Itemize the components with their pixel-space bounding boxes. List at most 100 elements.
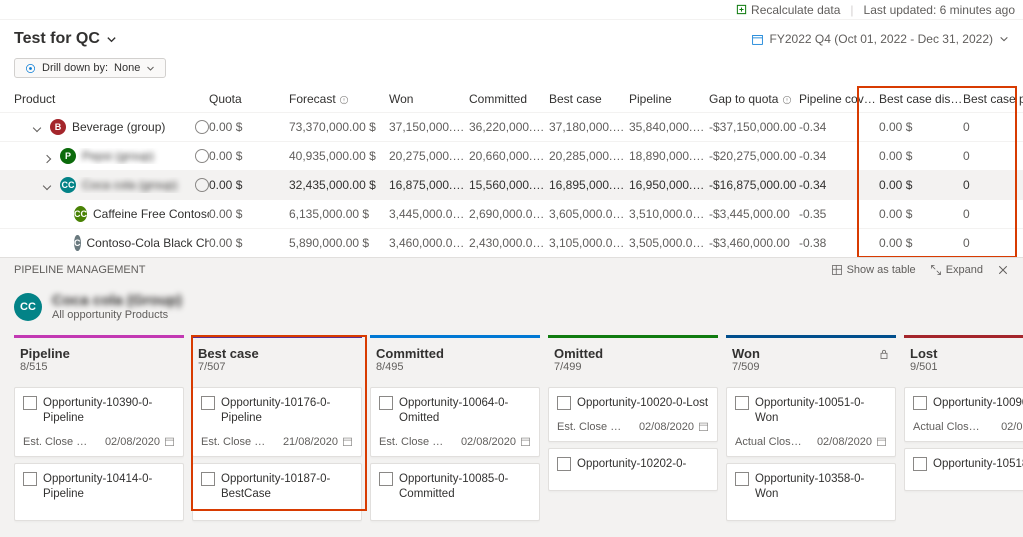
kanban-card[interactable]: Opportunity-10358-0-Won [726,463,896,521]
kanban-card[interactable]: Opportunity-10051-0-WonActual Close...02… [726,387,896,457]
card-date: 02/08/202 [1001,421,1023,433]
card-meta-label: Est. Close Da... [379,436,449,448]
cell-value: 3,105,000.00 $ [549,236,629,250]
context-name: Coca cola (Group) [52,292,182,309]
col-header[interactable]: Won [389,92,469,106]
table-row[interactable]: PPepsi (group)0.00 $40,935,000.00 $20,27… [0,141,1023,170]
expand-button[interactable]: Expand [930,264,983,276]
recalc-icon [736,4,747,15]
col-header[interactable]: Pipeline cove... [799,92,879,106]
page-title[interactable]: Test for QC [14,30,117,48]
kanban-column: Won7/509 Opportunity-10051-0-WonActual Cl… [722,335,900,527]
chevron-down-icon [999,34,1009,44]
kanban-column: Pipeline8/515Opportunity-10390-0-Pipelin… [10,335,188,527]
period-label: FY2022 Q4 (Oct 01, 2022 - Dec 31, 2022) [770,32,993,46]
column-title: Won [732,346,890,361]
table-row[interactable]: CCCoca cola (group)0.00 $32,435,000.00 $… [0,170,1023,199]
card-date: 02/08/2020 [461,436,516,448]
card-title: Opportunity-10064-0-Omitted [399,396,531,426]
col-header[interactable]: Best case produ... [963,92,1023,106]
kanban-column: Omitted7/499 Opportunity-10020-0-LostEst.… [544,335,722,527]
cell-value: 0 [963,236,1023,250]
chevron-down-icon[interactable] [34,122,44,132]
kanban-card[interactable]: Opportunity-10176-0-PipelineEst. Close D… [192,387,362,457]
col-header[interactable]: Best case [549,92,629,106]
chevron-down-icon[interactable] [44,180,54,190]
cell-value: 36,220,000.00 $ [469,120,549,134]
close-button[interactable] [997,264,1009,276]
drilldown-pill[interactable]: Drill down by: None [14,58,166,78]
card-meta-label: Actual Close... [913,421,983,433]
cell-value: 6,135,000.00 $ [289,207,389,221]
table-row[interactable]: BBeverage (group)0.00 $73,370,000.00 $37… [0,112,1023,141]
kanban-card[interactable]: Opportunity-10202-0- [548,448,718,491]
column-title: Best case [198,346,356,361]
kanban-card[interactable]: Opportunity-10518- [904,448,1023,491]
col-header[interactable]: Pipeline [629,92,709,106]
col-header[interactable]: Best case disco... [879,92,963,106]
col-header[interactable]: Forecast [289,92,389,106]
separator: | [850,3,853,17]
card-icon [23,396,37,410]
row-name: Pepsi (group) [82,149,154,163]
kanban-card[interactable]: Opportunity-10414-0-Pipeline [14,463,184,521]
row-badge: CC [60,177,76,193]
card-icon [913,457,927,471]
column-count: 8/515 [20,361,178,373]
cell-value: -0.35 [799,207,879,221]
calendar-icon [698,421,709,432]
row-badge: C [74,235,81,251]
column-count: 7/509 [732,361,890,373]
cell-value: 32,435,000.00 $ [289,178,389,192]
cell-value: 0.00 $ [209,120,289,134]
cell-value: 2,690,000.00 $ [469,207,549,221]
row-name: Beverage (group) [72,120,165,134]
col-header[interactable]: Product [14,92,209,106]
table-row[interactable]: CContoso-Cola Black Cherry Va0.00 $5,890… [0,228,1023,257]
card-meta-label: Est. Close Da... [201,436,271,448]
card-meta-label: Est. Close Da... [557,421,627,433]
card-date: 02/08/2020 [639,421,694,433]
kanban-column: Committed8/495Opportunity-10064-0-Omitte… [366,335,544,527]
column-count: 7/499 [554,361,712,373]
kanban-card[interactable]: Opportunity-10085-0-Committed [370,463,540,521]
card-title: Opportunity-10414-0-Pipeline [43,472,175,502]
drill-value: None [114,62,140,74]
cell-value: 35,840,000.00 $ [629,120,709,134]
period-picker[interactable]: FY2022 Q4 (Oct 01, 2022 - Dec 31, 2022) [751,32,1009,46]
row-badge: CC [74,206,87,222]
forecast-grid: ProductQuotaForecast WonCommittedBest ca… [0,86,1023,257]
row-name: Contoso-Cola Black Cherry Va [87,236,210,250]
row-badge: B [50,119,66,135]
kanban-card[interactable]: Opportunity-10187-0-BestCase [192,463,362,521]
column-title: Lost [910,346,1023,361]
cell-value: 0.00 $ [209,236,289,250]
chevron-down-icon [146,64,155,73]
column-title: Omitted [554,346,712,361]
cell-value: 0.00 $ [209,149,289,163]
col-header[interactable]: Quota [209,92,289,106]
col-header[interactable]: Committed [469,92,549,106]
show-as-table[interactable]: Show as table [831,264,916,276]
cell-value: 0.00 $ [879,178,963,192]
kanban-card[interactable]: Opportunity-10090-Actual Close...02/08/2… [904,387,1023,442]
card-icon [379,472,393,486]
cell-value: 0.00 $ [209,178,289,192]
card-meta-label: Actual Close... [735,436,805,448]
kanban-card[interactable]: Opportunity-10390-0-PipelineEst. Close D… [14,387,184,457]
table-row[interactable]: CCCaffeine Free Contoso-Cola0.00 $6,135,… [0,199,1023,228]
cell-value: -0.34 [799,120,879,134]
cell-value: 20,275,000.00 $ [389,149,469,163]
chevron-right-icon[interactable] [44,151,54,161]
cell-value: 37,150,000.00 $ [389,120,469,134]
col-header[interactable]: Gap to quota [709,92,799,106]
kanban-column: Best case7/507Opportunity-10176-0-Pipeli… [188,335,366,527]
close-icon [997,264,1009,276]
card-title: Opportunity-10085-0-Committed [399,472,531,502]
card-title: Opportunity-10358-0-Won [755,472,887,502]
cell-value: 20,285,000.00 $ [549,149,629,163]
kanban-card[interactable]: Opportunity-10064-0-Omitted Est. Close Da… [370,387,540,457]
recalc-link[interactable]: Recalculate data [736,3,840,17]
kanban-card[interactable]: Opportunity-10020-0-LostEst. Close Da...… [548,387,718,442]
cell-value: -$37,150,000.00 [709,120,799,134]
